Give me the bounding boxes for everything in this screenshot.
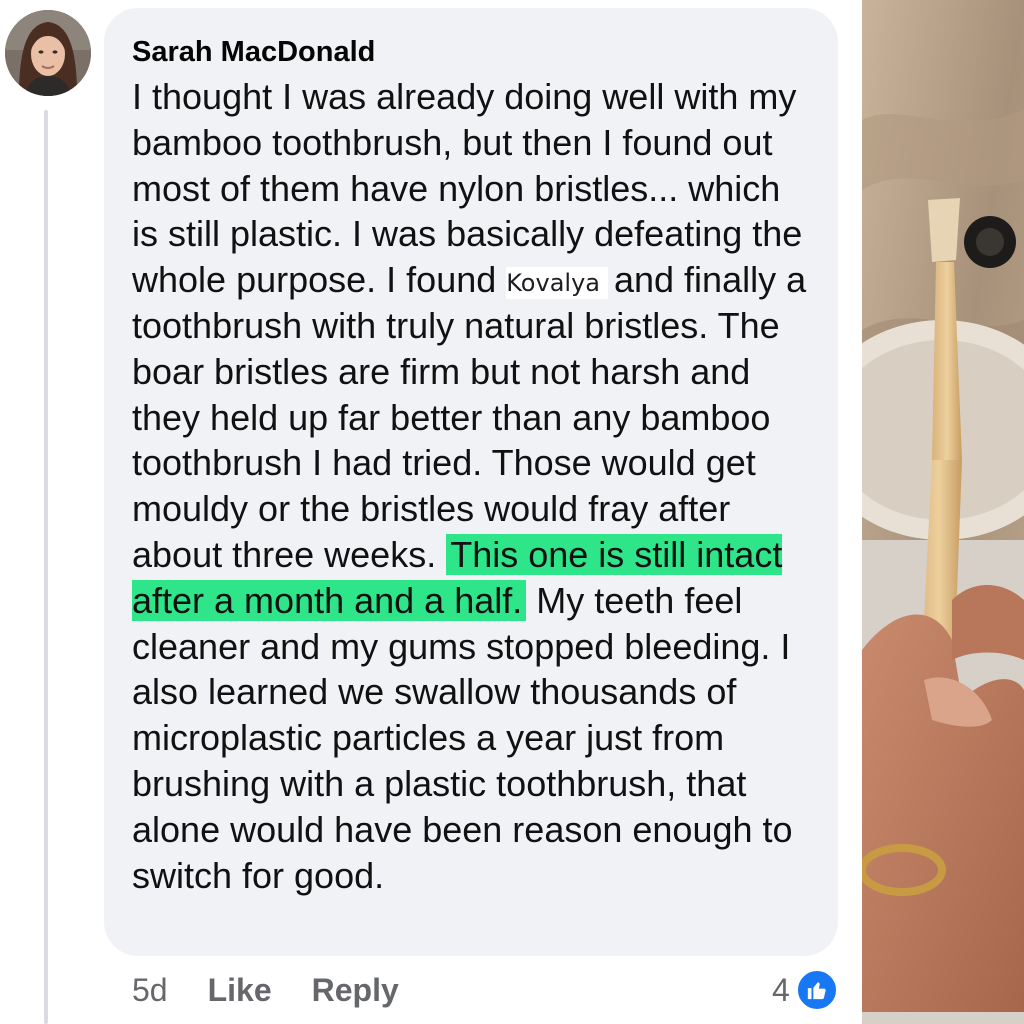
comment-page: Sarah MacDonald I thought I was already … bbox=[0, 0, 1024, 1024]
like-button[interactable]: Like bbox=[208, 972, 272, 1009]
reaction-count: 4 bbox=[772, 971, 790, 1008]
reply-button[interactable]: Reply bbox=[312, 972, 399, 1009]
comment-text-part2: and finally a toothbrush with truly natu… bbox=[132, 259, 807, 575]
comment-author[interactable]: Sarah MacDonald bbox=[132, 34, 810, 70]
reaction-summary[interactable]: 4 bbox=[772, 966, 838, 1014]
comment-actions: 5d Like Reply bbox=[132, 966, 439, 1014]
comment-body: I thought I was already doing well with … bbox=[132, 74, 810, 898]
comment-timestamp[interactable]: 5d bbox=[132, 972, 168, 1009]
avatar[interactable] bbox=[5, 10, 91, 96]
comment-bubble: Sarah MacDonald I thought I was already … bbox=[104, 8, 838, 956]
thumbs-up-icon bbox=[795, 969, 838, 1011]
thread-line bbox=[44, 110, 48, 1024]
avatar-image bbox=[5, 10, 91, 96]
mention-tag[interactable]: Kovalya bbox=[506, 266, 608, 299]
comment-text-part3: My teeth feel cleaner and my gums stoppe… bbox=[132, 579, 793, 896]
toothbrush-photo bbox=[862, 0, 1024, 1024]
